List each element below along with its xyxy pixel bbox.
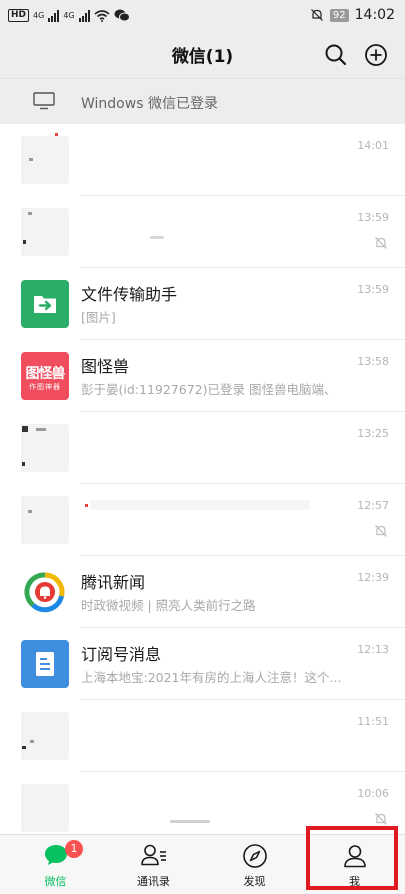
bottom-tab-bar: 1 微信 通讯录 发现 我 [0, 834, 405, 894]
tab-me[interactable]: 我 [304, 835, 405, 894]
redacted-mark [170, 820, 210, 823]
chat-row-file-transfer[interactable]: 文件传输助手 [图片] 13:59 [0, 268, 405, 340]
windows-login-text: Windows 微信已登录 [81, 96, 218, 112]
tab-label: 通讯录 [137, 875, 170, 888]
chat-row-subscriptions[interactable]: 订阅号消息 上海本地宝:2021年有房的上海人注意！这个... 12:13 [0, 628, 405, 700]
redacted-mark [85, 504, 88, 507]
subscription-avatar [21, 640, 69, 688]
avatar-logo-text: 图怪兽 [25, 366, 66, 382]
contacts-icon [140, 844, 166, 866]
mute-bell-icon [375, 525, 387, 537]
subscription-icon [36, 652, 54, 676]
wechat-notification-icon [114, 9, 130, 22]
redacted-mark [55, 133, 58, 136]
redacted-mark [23, 240, 26, 244]
tencent-news-icon [24, 572, 65, 613]
chat-name: 订阅号消息 [81, 645, 162, 664]
chat-time: 12:13 [357, 643, 389, 656]
file-transfer-icon [34, 296, 56, 313]
chat-row[interactable]: 13:59 [0, 196, 405, 268]
status-right: 92 14:02 [310, 7, 395, 23]
signal-icon [48, 9, 60, 22]
windows-login-banner[interactable]: Windows 微信已登录 [0, 78, 405, 124]
chat-time: 12:57 [357, 499, 389, 512]
redacted-mark [36, 428, 46, 431]
network-type-a: 4G [33, 11, 45, 20]
chat-preview: [图片] [81, 310, 116, 325]
discover-icon [242, 844, 267, 868]
avatar [21, 784, 69, 832]
status-left: HD 4G 4G [8, 9, 130, 22]
chat-preview: 彭于晏(id:11927672)已登录 图怪兽电脑端、 [81, 382, 337, 397]
clock: 14:02 [354, 7, 395, 23]
battery-level: 92 [329, 8, 349, 22]
top-nav-bar: 微信(1) [0, 32, 405, 78]
add-plus-icon[interactable] [363, 42, 389, 68]
monitor-icon [33, 92, 55, 110]
tencent-news-avatar [21, 568, 69, 616]
wifi-icon [94, 9, 110, 22]
tuguaishou-avatar: 图怪兽 作图神器 [21, 352, 69, 400]
chat-time: 13:58 [357, 355, 389, 368]
me-icon [343, 845, 366, 868]
redacted-mark [22, 746, 26, 749]
redacted-mark [28, 212, 32, 215]
chat-name: 图怪兽 [81, 357, 130, 376]
avatar [21, 712, 69, 760]
redacted-mark [22, 462, 25, 466]
chat-row[interactable]: 12:57 [0, 484, 405, 556]
chat-time: 11:51 [357, 715, 389, 728]
redacted-mark [90, 500, 310, 510]
tab-label: 发现 [243, 875, 266, 888]
mute-bell-icon [375, 237, 387, 249]
chat-time: 13:59 [357, 211, 389, 224]
redacted-mark [22, 426, 28, 432]
avatar [21, 424, 69, 472]
chat-row[interactable]: 11:51 [0, 700, 405, 772]
chat-name: 腾讯新闻 [81, 573, 146, 592]
network-type-b: 4G [63, 11, 75, 20]
redacted-mark [28, 510, 32, 513]
chat-name: 文件传输助手 [81, 285, 178, 304]
tab-label: 微信 [44, 875, 67, 888]
redacted-mark [29, 158, 33, 161]
redacted-mark [30, 740, 34, 743]
chat-time: 13:25 [357, 427, 389, 440]
silent-bell-icon [310, 9, 323, 21]
file-transfer-avatar [21, 280, 69, 328]
chat-time: 12:39 [357, 571, 389, 584]
chat-preview: 上海本地宝:2021年有房的上海人注意！这个... [81, 670, 342, 685]
chat-time: 14:01 [357, 139, 389, 152]
avatar [21, 496, 69, 544]
mute-bell-icon [375, 813, 387, 825]
unread-badge: 1 [65, 840, 83, 858]
tab-discover[interactable]: 发现 [204, 835, 305, 894]
chat-time: 10:06 [357, 787, 389, 800]
chat-row-tencent-news[interactable]: 腾讯新闻 时政微视频 | 照亮人类前行之路 12:39 [0, 556, 405, 628]
hd-badge: HD [8, 9, 30, 22]
signal-icon-2 [78, 9, 90, 22]
avatar [21, 208, 69, 256]
tab-label: 我 [349, 875, 360, 888]
tab-contacts[interactable]: 通讯录 [103, 835, 204, 894]
chat-list: 14:01 13:59 文件传输助手 [图片] 13:59 图怪兽 作图神器 图… [0, 124, 405, 834]
chat-row[interactable]: 14:01 [0, 124, 405, 196]
tab-chats[interactable]: 1 微信 [5, 835, 106, 894]
chat-row-tuguaishou[interactable]: 图怪兽 作图神器 图怪兽 彭于晏(id:11927672)已登录 图怪兽电脑端、… [0, 340, 405, 412]
avatar-logo-subtext: 作图神器 [29, 383, 61, 391]
chat-row[interactable]: 13:25 [0, 412, 405, 484]
redacted-mark [150, 236, 164, 239]
status-bar: HD 4G 4G 92 14:02 [0, 0, 405, 32]
chat-preview: 时政微视频 | 照亮人类前行之路 [81, 598, 256, 613]
chat-row[interactable]: 10:06 [0, 772, 405, 834]
chat-time: 13:59 [357, 283, 389, 296]
search-icon[interactable] [323, 42, 349, 68]
